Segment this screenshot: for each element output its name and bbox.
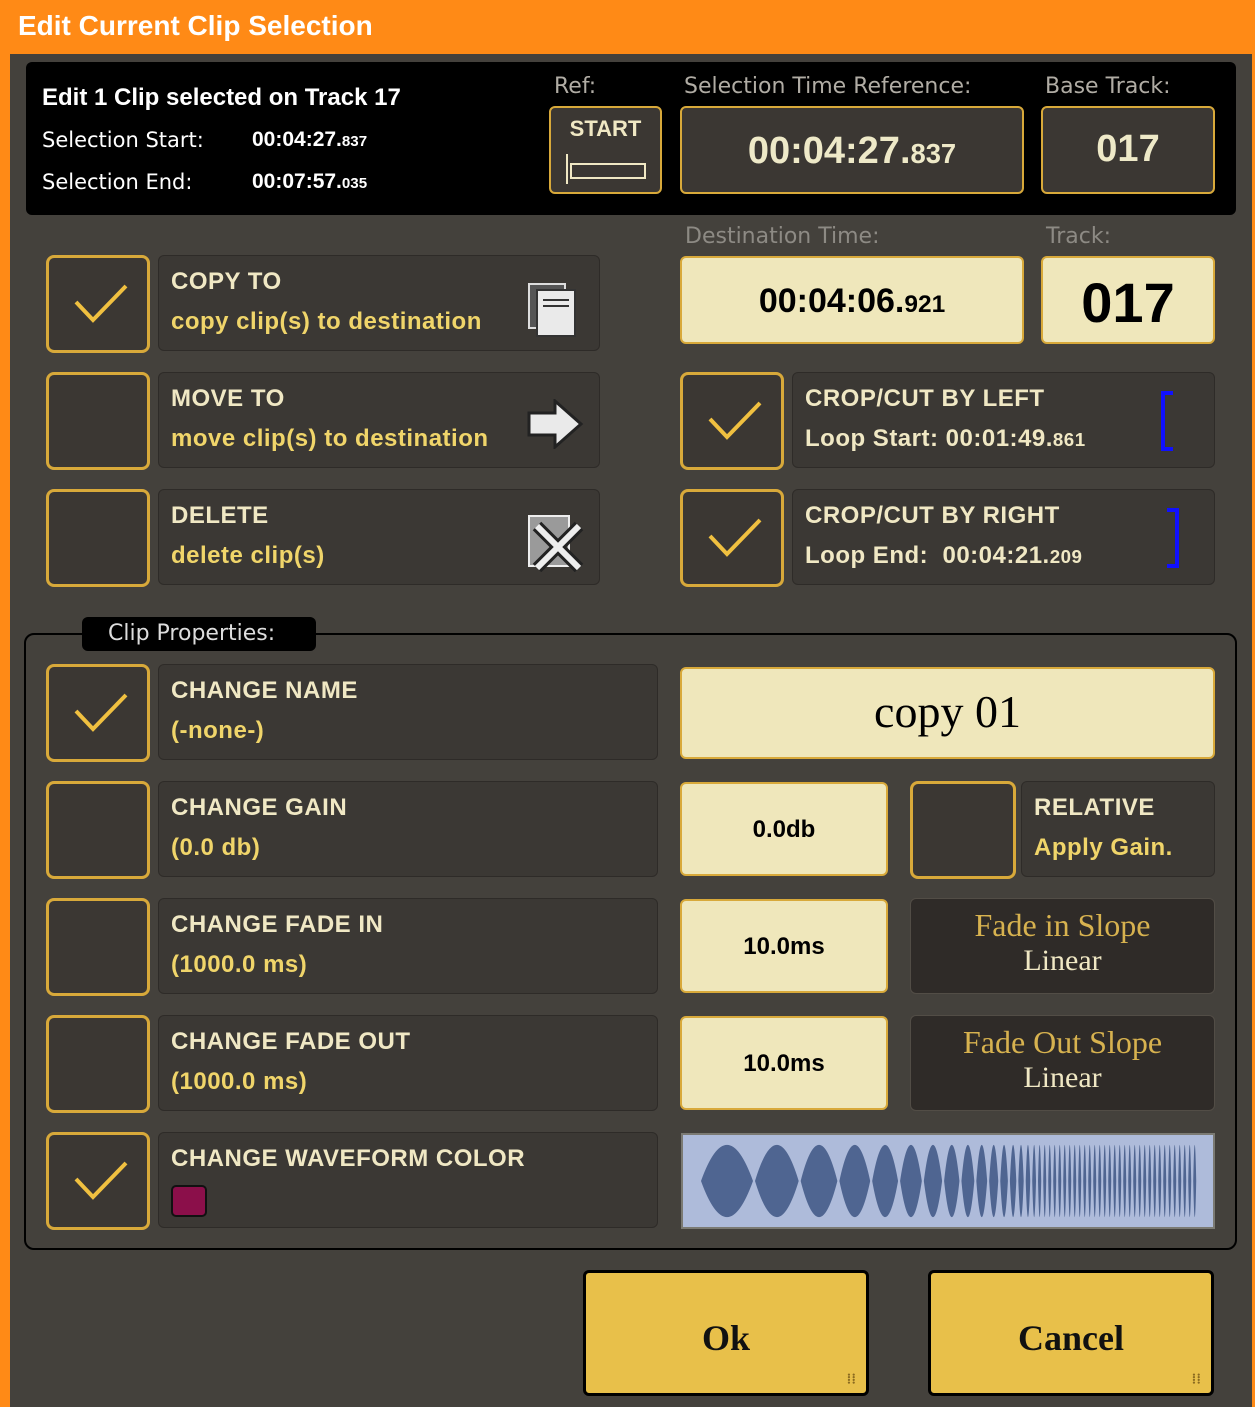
ref-start-icon: [566, 154, 646, 184]
selection-end-label: Selection End:: [42, 170, 193, 194]
delete-icon: [528, 515, 584, 572]
change-gain-option[interactable]: CHANGE GAIN (0.0 db): [158, 781, 658, 877]
left-bracket-icon: [1161, 391, 1173, 451]
fade-in-field[interactable]: 10.0ms: [680, 899, 888, 993]
clip-properties-label: Clip Properties:: [82, 617, 316, 651]
destination-time-field[interactable]: 00:04:06.921: [680, 256, 1024, 344]
crop-left-subtitle: Loop Start: 00:01:49.861: [805, 425, 1086, 452]
change-fade-in-option[interactable]: CHANGE FADE IN (1000.0 ms): [158, 898, 658, 994]
change-name-checkbox[interactable]: [46, 664, 150, 762]
change-fade-out-title: CHANGE FADE OUT: [171, 1028, 411, 1055]
cancel-label: Cancel: [1018, 1318, 1124, 1358]
checkmark-icon: [74, 1161, 128, 1200]
selection-start-label: Selection Start:: [42, 128, 204, 152]
crop-right-title: CROP/CUT BY RIGHT: [805, 502, 1060, 529]
fade-in-slope-button[interactable]: Fade in Slope Linear: [910, 898, 1215, 994]
move-checkbox[interactable]: [46, 372, 150, 470]
change-gain-checkbox[interactable]: [46, 781, 150, 879]
crop-left-option[interactable]: CROP/CUT BY LEFT Loop Start: 00:01:49.86…: [792, 372, 1215, 468]
checkmark-icon: [708, 518, 762, 557]
gain-field[interactable]: 0.0db: [680, 782, 888, 876]
crop-left-title: CROP/CUT BY LEFT: [805, 385, 1045, 412]
ok-label: Ok: [701, 1318, 751, 1358]
window-title: Edit Current Clip Selection: [18, 10, 373, 41]
move-subtitle: move clip(s) to destination: [171, 425, 489, 452]
change-fade-out-checkbox[interactable]: [46, 1015, 150, 1113]
fade-out-slope-title: Fade Out Slope: [962, 1024, 1163, 1060]
change-name-title: CHANGE NAME: [171, 677, 358, 704]
time-ref-label: Selection Time Reference:: [684, 74, 972, 99]
fade-out-slope-button[interactable]: Fade Out Slope Linear: [910, 1015, 1215, 1111]
change-fade-in-current: (1000.0 ms): [171, 951, 308, 978]
move-title: MOVE TO: [171, 385, 285, 412]
relative-checkbox[interactable]: [910, 781, 1016, 879]
copy-icon: [528, 283, 576, 337]
relative-subtitle: Apply Gain.: [1034, 834, 1173, 861]
ok-button[interactable]: Ok ⁞⁞: [583, 1270, 869, 1396]
fade-in-slope-title: Fade in Slope: [974, 907, 1151, 943]
change-waveform-color-checkbox[interactable]: [46, 1132, 150, 1230]
crop-right-subtitle: Loop End: 00:04:21.209: [805, 542, 1083, 569]
copy-subtitle: copy clip(s) to destination: [171, 308, 482, 335]
checkmark-icon: [74, 693, 128, 732]
ref-start-label: START: [569, 116, 642, 141]
change-waveform-color-title: CHANGE WAVEFORM COLOR: [171, 1145, 526, 1172]
change-gain-title: CHANGE GAIN: [171, 794, 348, 821]
change-name-option[interactable]: CHANGE NAME (-none-): [158, 664, 658, 760]
waveform-preview[interactable]: [681, 1133, 1215, 1229]
copy-checkbox[interactable]: [46, 255, 150, 353]
crop-right-option[interactable]: CROP/CUT BY RIGHT Loop End: 00:04:21.209: [792, 489, 1215, 585]
arrow-right-icon: [527, 399, 584, 449]
copy-title: COPY TO: [171, 268, 282, 295]
change-fade-in-title: CHANGE FADE IN: [171, 911, 384, 938]
change-fade-out-current: (1000.0 ms): [171, 1068, 308, 1095]
resize-grip-icon: ⁞⁞: [1191, 1372, 1201, 1387]
fade-out-field[interactable]: 10.0ms: [680, 1016, 888, 1110]
right-bracket-icon: [1167, 508, 1179, 568]
delete-subtitle: delete clip(s): [171, 542, 325, 569]
change-waveform-color-option[interactable]: CHANGE WAVEFORM COLOR: [158, 1132, 658, 1228]
destination-time-label: Destination Time:: [685, 224, 880, 249]
waveform-graphic: [701, 1144, 1197, 1218]
change-fade-out-option[interactable]: CHANGE FADE OUT (1000.0 ms): [158, 1015, 658, 1111]
waveform-color-swatch[interactable]: [171, 1185, 207, 1217]
destination-track-field[interactable]: 017: [1041, 256, 1215, 344]
move-option[interactable]: MOVE TO move clip(s) to destination: [158, 372, 600, 468]
delete-checkbox[interactable]: [46, 489, 150, 587]
clip-name-field[interactable]: copy 01: [680, 667, 1215, 759]
change-name-current: (-none-): [171, 717, 265, 744]
time-ref-field[interactable]: 00:04:27.837: [680, 106, 1024, 194]
ref-label: Ref:: [554, 74, 597, 99]
crop-left-checkbox[interactable]: [680, 372, 784, 470]
change-fade-in-checkbox[interactable]: [46, 898, 150, 996]
delete-title: DELETE: [171, 502, 269, 529]
change-gain-current: (0.0 db): [171, 834, 261, 861]
selection-summary: Edit 1 Clip selected on Track 17: [42, 84, 401, 111]
fade-out-slope-value: Linear: [1023, 1061, 1102, 1094]
checkmark-icon: [708, 401, 762, 440]
cancel-button[interactable]: Cancel ⁞⁞: [928, 1270, 1214, 1396]
crop-right-checkbox[interactable]: [680, 489, 784, 587]
relative-title: RELATIVE: [1034, 794, 1155, 821]
destination-track-label: Track:: [1046, 224, 1111, 249]
resize-grip-icon: ⁞⁞: [846, 1372, 856, 1387]
selection-end-value: 00:07:57.035: [252, 170, 368, 193]
fade-in-slope-value: Linear: [1023, 944, 1102, 977]
title-bar: Edit Current Clip Selection: [0, 0, 1255, 54]
delete-option[interactable]: DELETE delete clip(s): [158, 489, 600, 585]
selection-start-value: 00:04:27.837: [252, 128, 368, 151]
relative-option[interactable]: RELATIVE Apply Gain.: [1021, 781, 1215, 877]
copy-option[interactable]: COPY TO copy clip(s) to destination: [158, 255, 600, 351]
base-track-field[interactable]: 017: [1041, 106, 1215, 194]
checkmark-icon: [74, 284, 128, 323]
ref-start-button[interactable]: START: [549, 106, 662, 194]
base-track-label: Base Track:: [1045, 74, 1171, 99]
